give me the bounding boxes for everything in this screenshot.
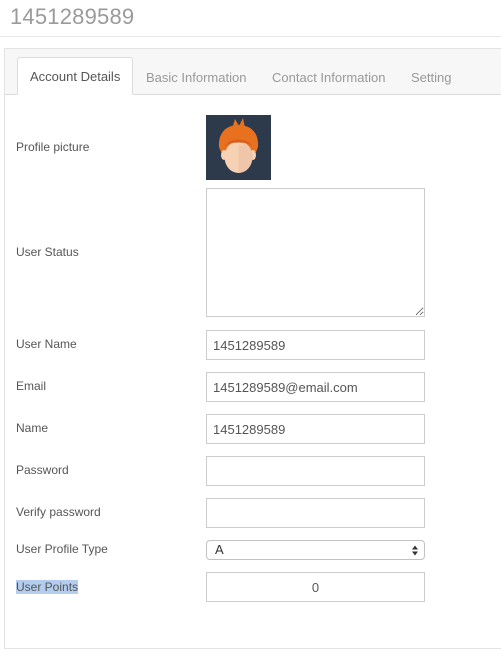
profile-picture-label: Profile picture xyxy=(16,140,90,154)
tab-account-details[interactable]: Account Details xyxy=(17,57,134,95)
user-points-label: User Points xyxy=(16,580,79,594)
password-input[interactable] xyxy=(206,456,425,486)
name-label: Name xyxy=(16,421,49,435)
verify-password-input[interactable] xyxy=(206,498,425,528)
page-title: 1451289589 xyxy=(10,4,135,29)
cartoon-avatar-icon xyxy=(218,118,259,173)
username-label: User Name xyxy=(16,337,77,351)
tab-setting[interactable]: Setting xyxy=(411,59,451,94)
verify-password-label: Verify password xyxy=(16,505,101,519)
title-divider xyxy=(0,36,501,37)
tab-contact-information[interactable]: Contact Information xyxy=(272,59,385,94)
user-profile-type-label: User Profile Type xyxy=(16,542,108,556)
name-input[interactable] xyxy=(206,414,425,444)
tab-basic-information[interactable]: Basic Information xyxy=(146,59,246,94)
tab-bar: Account Details Basic Information Contac… xyxy=(5,49,501,95)
email-input[interactable] xyxy=(206,372,425,402)
username-input[interactable] xyxy=(206,330,425,360)
profile-picture[interactable] xyxy=(206,115,271,180)
user-status-label: User Status xyxy=(16,245,79,259)
password-label: Password xyxy=(16,463,69,477)
user-status-textarea[interactable] xyxy=(206,188,425,317)
user-profile-type-value: A xyxy=(215,542,224,557)
email-label: Email xyxy=(16,379,47,393)
user-profile-type-select[interactable]: A xyxy=(206,540,425,560)
up-down-arrows-icon xyxy=(412,545,418,556)
user-points-input[interactable] xyxy=(206,572,425,602)
profile-panel: Account Details Basic Information Contac… xyxy=(4,48,501,649)
